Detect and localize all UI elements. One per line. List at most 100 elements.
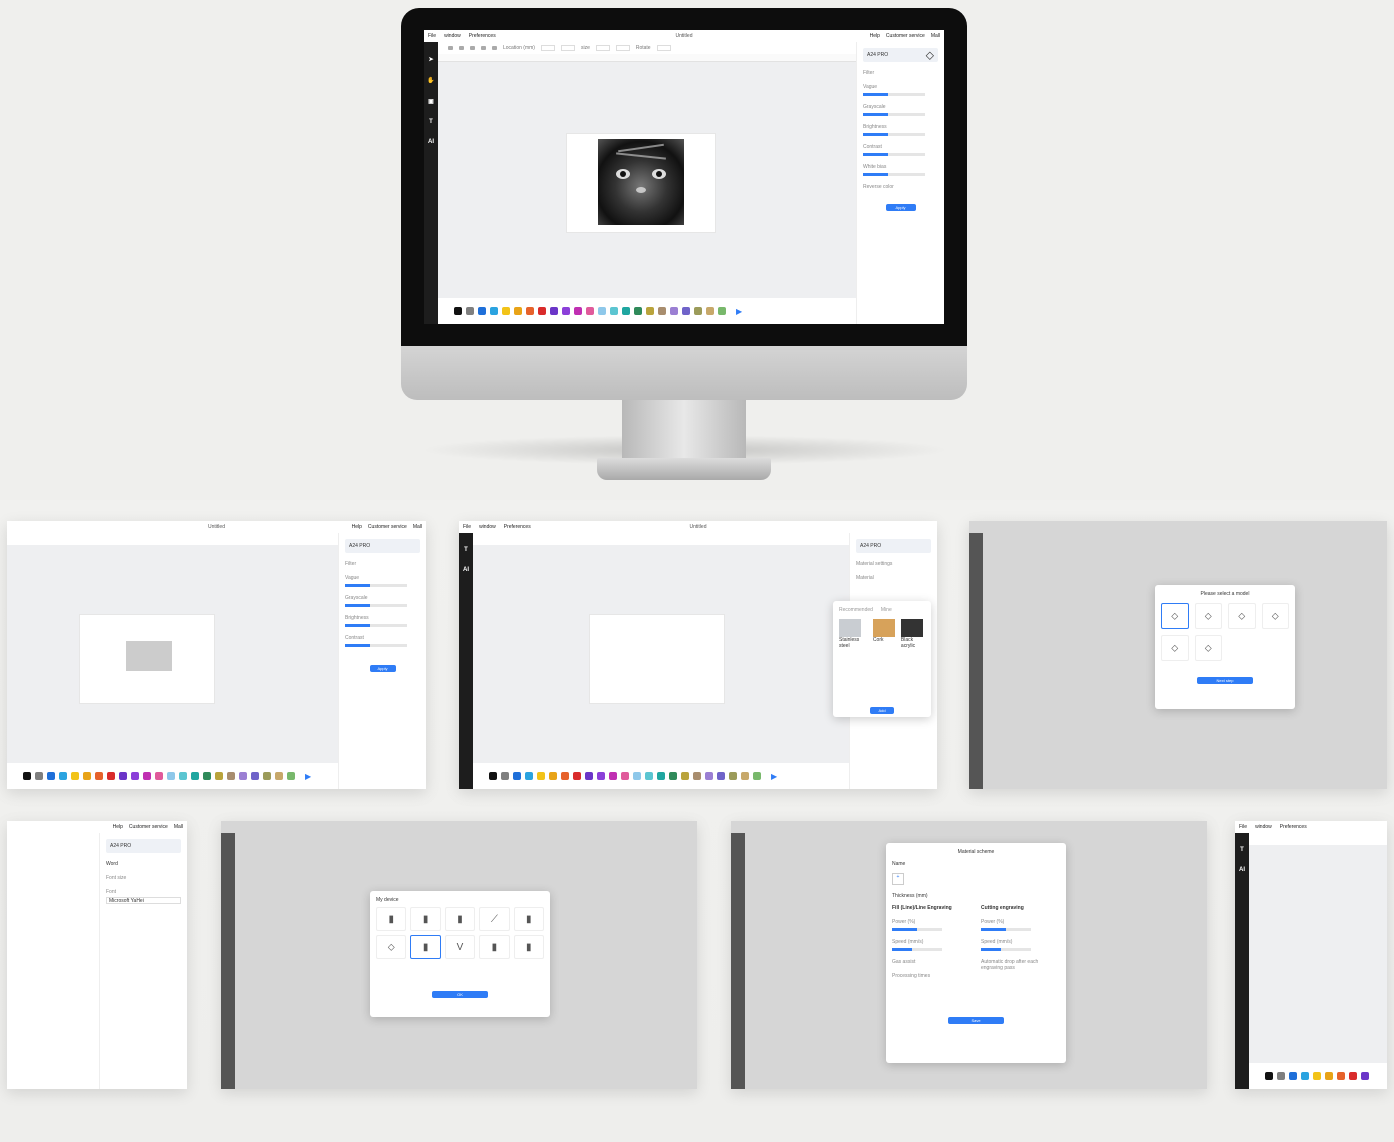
- vague-slider[interactable]: [345, 584, 407, 587]
- menu-window[interactable]: window: [479, 524, 496, 530]
- color-swatch[interactable]: [466, 307, 474, 315]
- contrast-slider[interactable]: [863, 153, 925, 156]
- size-h-field[interactable]: [615, 45, 630, 51]
- color-swatch[interactable]: [1265, 1072, 1273, 1080]
- color-swatch[interactable]: [501, 772, 509, 780]
- undo-icon[interactable]: [448, 46, 453, 50]
- menu-help[interactable]: Help: [113, 824, 123, 830]
- select-icon[interactable]: ➤: [428, 56, 433, 63]
- device-option[interactable]: ▮: [513, 935, 544, 959]
- apply-button[interactable]: Apply: [369, 665, 396, 672]
- color-swatch[interactable]: [1361, 1072, 1369, 1080]
- play-icon[interactable]: ▶: [305, 772, 311, 781]
- device-option[interactable]: ▮: [513, 907, 544, 931]
- color-swatch[interactable]: [239, 772, 247, 780]
- cut-power-slider[interactable]: [981, 928, 1031, 931]
- color-swatch[interactable]: [478, 307, 486, 315]
- device-option[interactable]: ▮: [376, 907, 407, 931]
- menu-preferences[interactable]: Preferences: [1280, 824, 1307, 830]
- device-option[interactable]: V: [444, 935, 476, 959]
- color-swatch[interactable]: [155, 772, 163, 780]
- model-option[interactable]: ⬦: [1228, 603, 1256, 629]
- play-icon[interactable]: ▶: [736, 307, 742, 316]
- color-swatch[interactable]: [1277, 1072, 1285, 1080]
- color-swatch[interactable]: [585, 772, 593, 780]
- menu-customer-service[interactable]: Customer service: [886, 33, 925, 39]
- color-swatch[interactable]: [645, 772, 653, 780]
- color-swatch[interactable]: [694, 307, 702, 315]
- menu-mall[interactable]: Mall: [413, 524, 422, 530]
- ai-tool-icon[interactable]: AI: [463, 567, 469, 573]
- menu-help[interactable]: Help: [352, 524, 362, 530]
- brightness-slider[interactable]: [863, 133, 925, 136]
- location-y-field[interactable]: [560, 45, 575, 51]
- menu-preferences[interactable]: Preferences: [504, 524, 531, 530]
- hand-icon[interactable]: ✋: [427, 77, 434, 84]
- color-swatch[interactable]: [549, 772, 557, 780]
- material-black-acrylic[interactable]: Black acrylic: [900, 619, 925, 649]
- model-option[interactable]: ⬦: [1194, 635, 1222, 661]
- color-swatch[interactable]: [574, 307, 582, 315]
- model-option[interactable]: ⬦: [1194, 603, 1222, 629]
- color-swatch[interactable]: [646, 307, 654, 315]
- menu-window[interactable]: window: [444, 33, 461, 39]
- menu-customer-service[interactable]: Customer service: [129, 824, 168, 830]
- color-swatch[interactable]: [1325, 1072, 1333, 1080]
- add-button[interactable]: Add: [870, 707, 894, 714]
- color-swatch[interactable]: [717, 772, 725, 780]
- color-swatch[interactable]: [47, 772, 55, 780]
- play-icon[interactable]: ▶: [771, 772, 777, 781]
- speed-slider[interactable]: [892, 948, 942, 951]
- redo-icon[interactable]: [459, 46, 464, 50]
- color-swatch[interactable]: [622, 307, 630, 315]
- image-icon[interactable]: ▣: [428, 98, 434, 105]
- color-swatch[interactable]: [705, 772, 713, 780]
- color-swatch[interactable]: [287, 772, 295, 780]
- color-swatch[interactable]: [693, 772, 701, 780]
- material-cork[interactable]: Cork: [872, 619, 895, 649]
- color-swatch[interactable]: [753, 772, 761, 780]
- color-swatch[interactable]: [23, 772, 31, 780]
- color-swatch[interactable]: [167, 772, 175, 780]
- menu-mall[interactable]: Mall: [174, 824, 183, 830]
- color-swatch[interactable]: [621, 772, 629, 780]
- color-swatch[interactable]: [657, 772, 665, 780]
- grayscale-slider[interactable]: [863, 113, 925, 116]
- color-swatch[interactable]: [513, 772, 521, 780]
- color-swatch[interactable]: [598, 307, 606, 315]
- color-swatch[interactable]: [489, 772, 497, 780]
- color-swatch[interactable]: [119, 772, 127, 780]
- menu-file[interactable]: File: [428, 33, 436, 39]
- color-swatch[interactable]: [275, 772, 283, 780]
- color-swatch[interactable]: [597, 772, 605, 780]
- location-x-field[interactable]: [540, 45, 555, 51]
- material-stainless-steel[interactable]: Stainless steel: [839, 619, 867, 649]
- color-swatch[interactable]: [71, 772, 79, 780]
- color-swatch[interactable]: [179, 772, 187, 780]
- add-icon[interactable]: +: [892, 873, 904, 885]
- color-swatch[interactable]: [227, 772, 235, 780]
- color-swatch[interactable]: [718, 307, 726, 315]
- device-option[interactable]: ▮: [444, 907, 476, 931]
- device-option[interactable]: ⟋: [479, 907, 510, 931]
- color-swatch[interactable]: [561, 772, 569, 780]
- color-swatch[interactable]: [706, 307, 714, 315]
- color-swatch[interactable]: [670, 307, 678, 315]
- align-icon[interactable]: [481, 46, 486, 50]
- color-swatch[interactable]: [490, 307, 498, 315]
- power-slider[interactable]: [892, 928, 942, 931]
- model-option[interactable]: ⬦: [1161, 603, 1189, 629]
- color-swatch[interactable]: [669, 772, 677, 780]
- color-swatch[interactable]: [682, 307, 690, 315]
- color-swatch[interactable]: [502, 307, 510, 315]
- menu-file[interactable]: File: [1239, 824, 1247, 830]
- color-swatch[interactable]: [263, 772, 271, 780]
- color-swatch[interactable]: [741, 772, 749, 780]
- cut-speed-slider[interactable]: [981, 948, 1031, 951]
- color-swatch[interactable]: [215, 772, 223, 780]
- group-icon[interactable]: [492, 46, 497, 50]
- ai-tool-icon[interactable]: AI: [428, 139, 434, 145]
- color-swatch[interactable]: [131, 772, 139, 780]
- color-swatch[interactable]: [633, 772, 641, 780]
- menu-customer-service[interactable]: Customer service: [368, 524, 407, 530]
